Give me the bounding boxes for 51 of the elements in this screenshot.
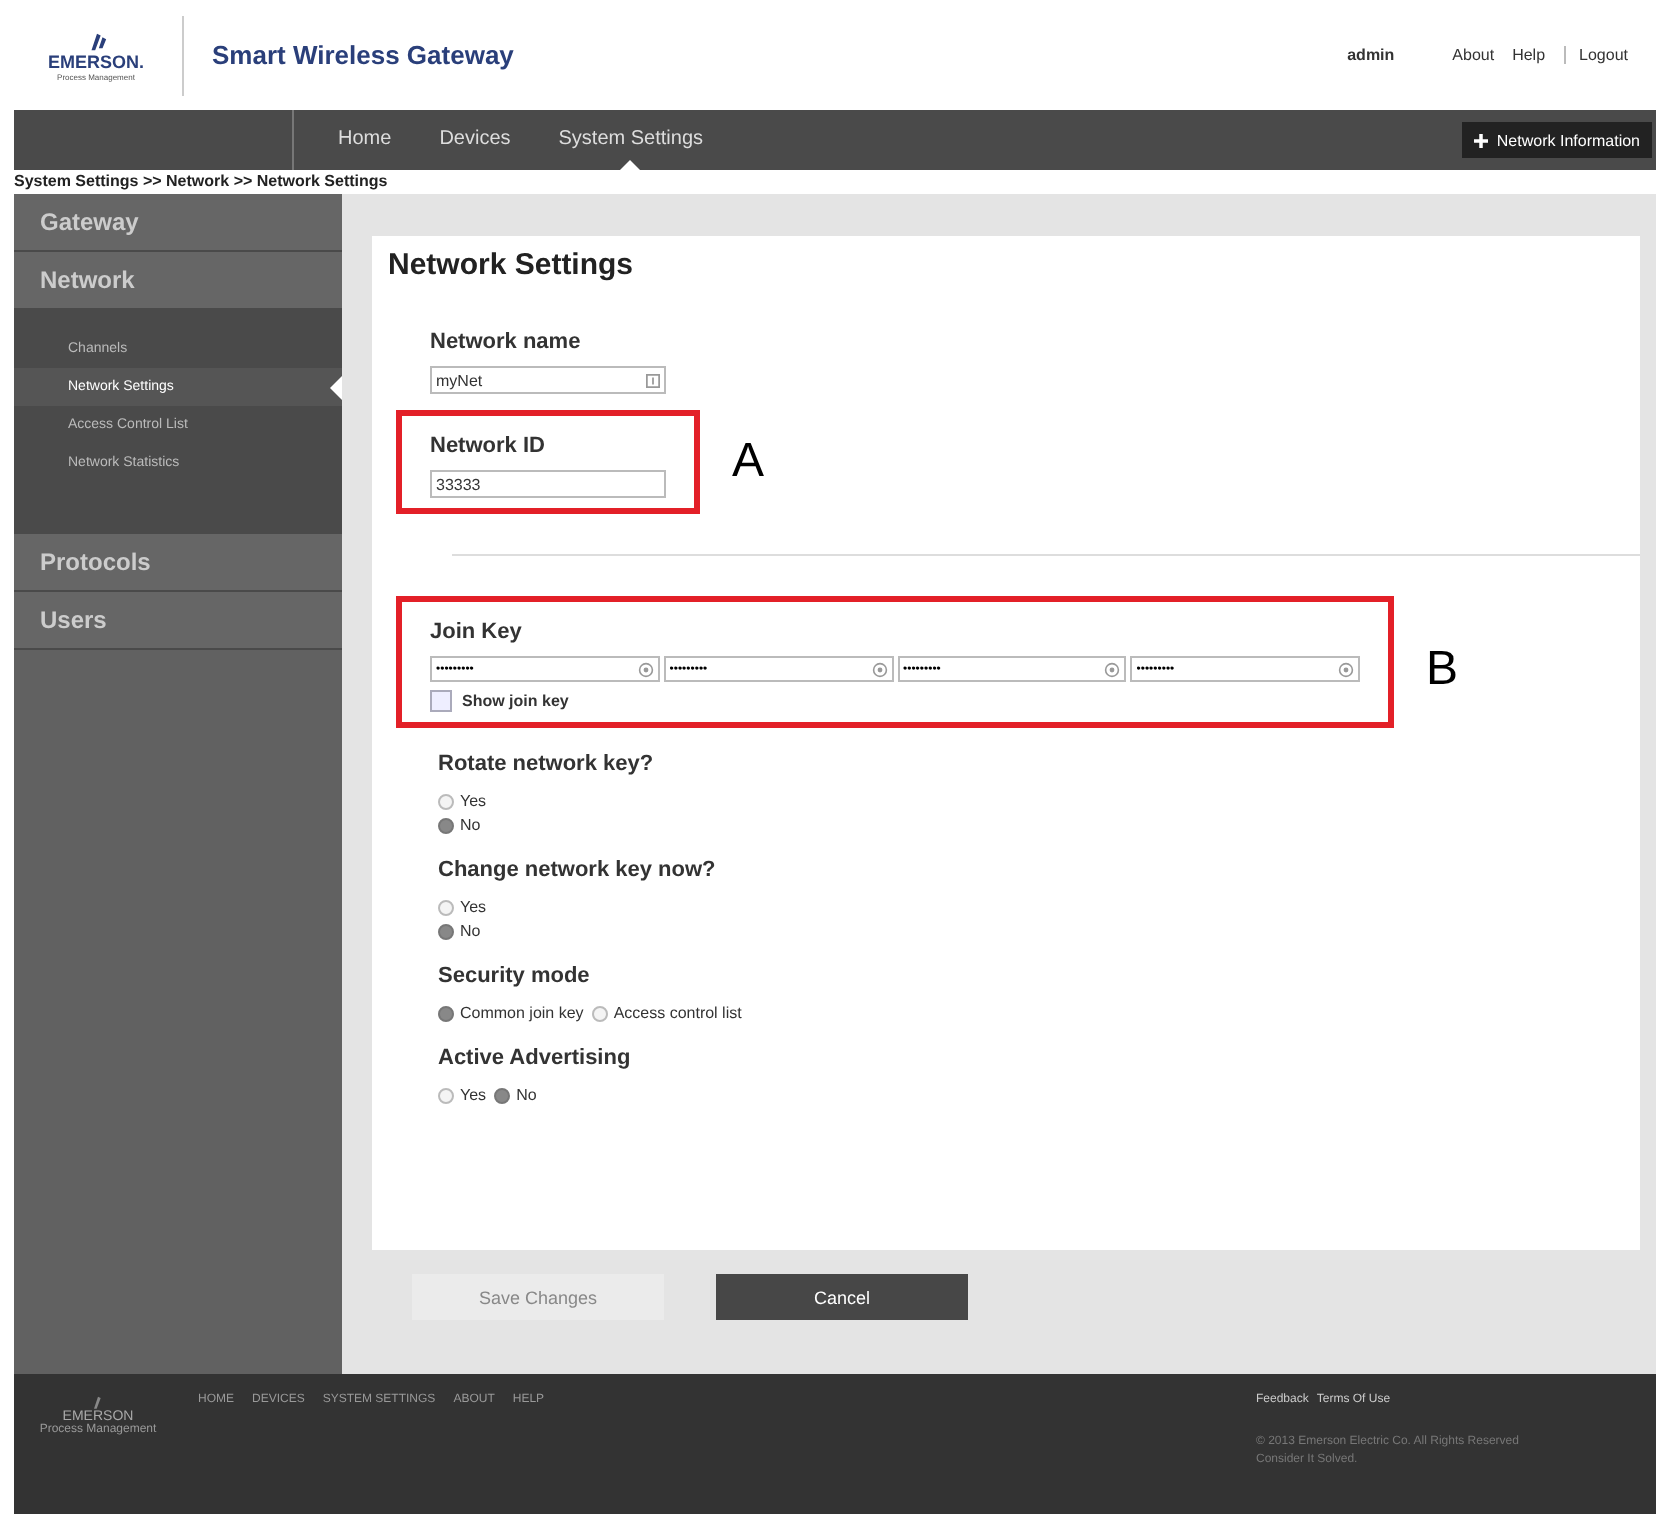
plus-icon <box>1474 133 1489 147</box>
radio-button[interactable] <box>438 793 454 809</box>
radio-button[interactable] <box>438 899 454 915</box>
field-label: Network name <box>430 330 583 354</box>
radio-label: No <box>516 1086 537 1104</box>
user-name: admin <box>1347 46 1395 64</box>
radio-label: Access control list <box>613 1004 742 1022</box>
annotation-letter: B <box>1426 642 1459 698</box>
field-label: Active Advertising <box>438 1046 633 1070</box>
sidebar-section[interactable]: Protocols <box>14 534 342 592</box>
annotation-letter: A <box>732 434 765 490</box>
radio-button[interactable] <box>438 817 454 833</box>
radio-label: Yes <box>460 898 487 916</box>
radio-button[interactable] <box>438 923 454 939</box>
reveal-icon <box>637 661 654 677</box>
header-link[interactable]: Logout <box>1563 46 1628 64</box>
text-field[interactable]: 33333 <box>430 470 666 498</box>
nav-tab[interactable]: Home <box>334 110 396 170</box>
field-label: Security mode <box>438 964 592 988</box>
app-title: Smart Wireless Gateway <box>212 40 514 70</box>
breadcrumb: System Settings >> Network >> Network Settings <box>12 170 390 194</box>
field-label: Rotate network key? <box>438 752 656 776</box>
radio-label: Common join key <box>460 1004 584 1022</box>
network-information-button[interactable]: Network Information <box>1462 122 1652 158</box>
checkbox[interactable] <box>430 690 452 712</box>
field-label: Network ID <box>430 434 547 458</box>
header-link[interactable]: Help <box>1512 46 1546 64</box>
field-label: Change network key now? <box>438 858 718 882</box>
radio-button[interactable] <box>438 1087 454 1103</box>
radio-label: No <box>460 816 481 834</box>
radio-label: No <box>460 922 481 940</box>
nav-tab[interactable]: System Settings <box>554 110 708 170</box>
page-title: Network Settings <box>388 248 636 282</box>
sidebar-section[interactable]: Users <box>14 592 342 650</box>
reveal-icon <box>871 661 887 677</box>
checkbox-label: Show join key <box>462 692 569 710</box>
sidebar-section[interactable]: Network <box>14 252 342 310</box>
form-button[interactable]: Cancel <box>716 1274 968 1320</box>
text-field[interactable]: myNet <box>430 366 666 394</box>
radio-label: Yes <box>460 792 487 810</box>
radio-button[interactable] <box>438 1005 454 1021</box>
reveal-icon <box>1104 661 1121 677</box>
nav-tab[interactable]: Devices <box>435 110 515 170</box>
header-link[interactable]: About <box>1452 46 1495 64</box>
radio-button[interactable] <box>494 1087 511 1103</box>
sidebar-section[interactable]: Gateway <box>14 194 342 252</box>
radio-label: Yes <box>460 1086 487 1104</box>
radio-button[interactable] <box>591 1005 608 1021</box>
info-icon <box>646 373 660 387</box>
field-label: Join Key <box>430 620 524 644</box>
reveal-icon <box>1338 661 1354 677</box>
